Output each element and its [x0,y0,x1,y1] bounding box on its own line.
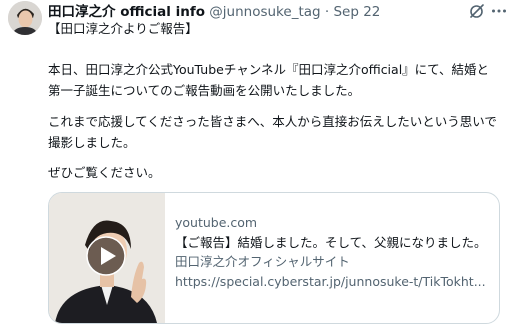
video-thumbnail[interactable] [49,193,165,323]
avatar[interactable] [8,1,42,35]
tweet-text-heading: 【田口淳之介よりご報告】 [48,21,198,36]
card-title: 【ご報告】結婚しました。そして、父親になりました。 [175,234,487,250]
link-preview-card[interactable]: youtube.com 【ご報告】結婚しました。そして、父親になりました。 田口… [48,192,500,324]
play-icon[interactable] [86,236,126,276]
tweet-text-paragraph: これまで応援してくださった皆さまへ、本人から直接お伝えしたいという思いで撮影しま… [48,114,497,150]
avatar-photo [8,1,42,35]
tweet-text-paragraph: ぜひご覧ください。 [48,165,161,180]
card-url: https://special.cyberstar.jp/junnosuke-t… [175,273,486,289]
card-site-name: 田口淳之介オフィシャルサイト [175,254,350,269]
tweet-text-paragraph: 本日、田口淳之介公式YouTubeチャンネル『田口淳之介official』にて、… [48,62,490,98]
card-info: youtube.com 【ご報告】結婚しました。そして、父親になりました。 田口… [175,213,493,291]
card-domain: youtube.com [175,215,258,230]
